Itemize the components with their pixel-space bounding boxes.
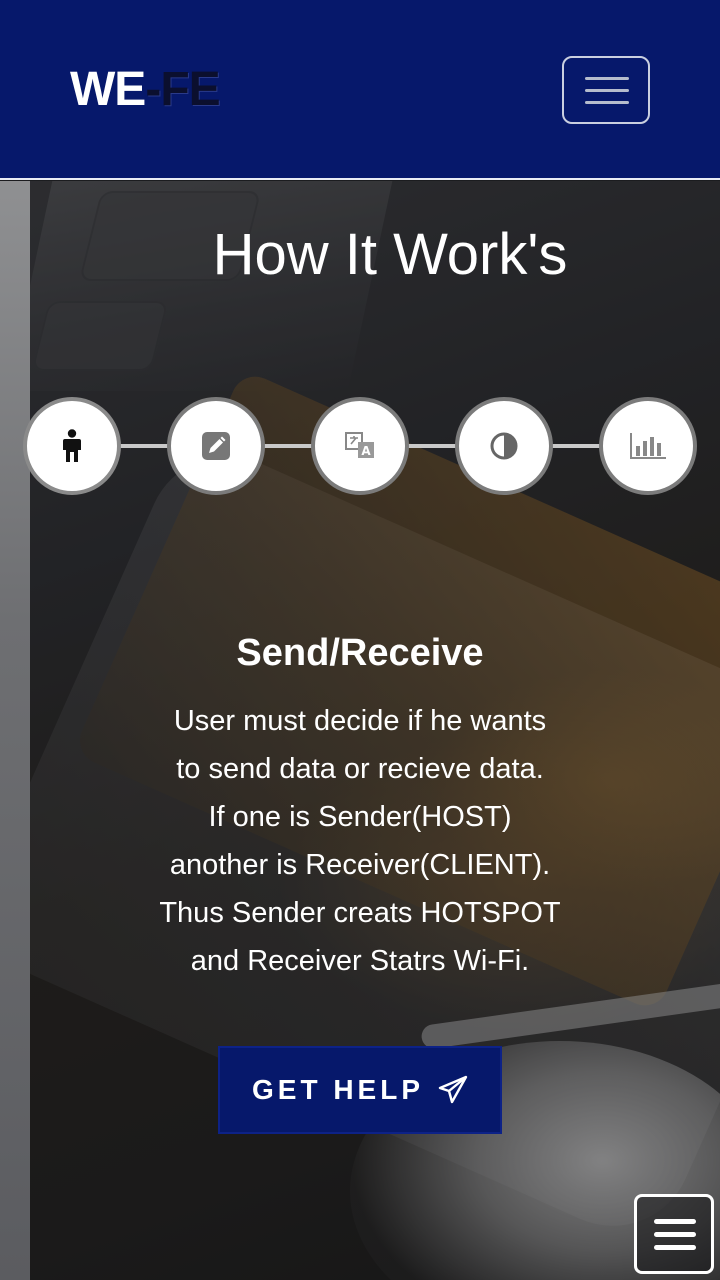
- brand-dash: -: [145, 63, 161, 116]
- how-it-works-section: How It Work's A Send/Receive User must d…: [0, 181, 720, 1280]
- step-description-line: and Receiver Statrs Wi-Fi.: [190, 945, 530, 977]
- step-description-line: another is Receiver(CLIENT).: [169, 849, 551, 881]
- step-description: User must decide if he wants to send dat…: [110, 697, 610, 985]
- brand-we: WE: [70, 63, 146, 116]
- contrast-icon: [490, 432, 518, 460]
- navbar-toggle-button[interactable]: [562, 56, 650, 124]
- step-2-button[interactable]: [167, 397, 265, 495]
- step-1-button[interactable]: [23, 397, 121, 495]
- menu-icon-bar-1: [654, 1219, 696, 1224]
- menu-icon-bar-2: [654, 1232, 696, 1237]
- step-4-button[interactable]: [455, 397, 553, 495]
- step-description-line: Thus Sender creats HOTSPOT: [159, 897, 561, 929]
- brand-fe: FE: [160, 63, 220, 116]
- bar-chart-icon: [630, 433, 666, 459]
- section-title: How It Work's: [212, 222, 568, 287]
- page: WE-FE How It Work's A Send/Receive User …: [0, 0, 720, 1280]
- navbar: WE-FE: [0, 0, 720, 180]
- step-3-button[interactable]: A: [311, 397, 409, 495]
- hamburger-menu-icon-bar-3: [585, 101, 629, 104]
- get-help-button[interactable]: GET HELP: [218, 1046, 502, 1134]
- brand-logo[interactable]: WE-FE: [70, 62, 221, 118]
- svg-text:A: A: [361, 444, 371, 458]
- step-5-button[interactable]: [599, 397, 697, 495]
- paper-plane-icon: [438, 1075, 468, 1104]
- step-description-line: If one is Sender(HOST): [208, 801, 512, 833]
- step-heading: Send/Receive: [236, 632, 484, 674]
- floating-menu-button[interactable]: [634, 1194, 714, 1274]
- menu-icon-bar-3: [654, 1245, 696, 1250]
- hamburger-menu-icon-bar-2: [585, 89, 629, 92]
- hamburger-menu-icon-bar-1: [585, 77, 629, 80]
- person-icon: [63, 429, 81, 462]
- step-description-line: to send data or recieve data.: [176, 753, 544, 785]
- translate-icon: A: [345, 432, 374, 458]
- edit-icon: [202, 432, 230, 460]
- left-edge-strip: [0, 181, 30, 1280]
- step-description-line: User must decide if he wants: [173, 705, 547, 737]
- get-help-label: GET HELP: [251, 1074, 424, 1105]
